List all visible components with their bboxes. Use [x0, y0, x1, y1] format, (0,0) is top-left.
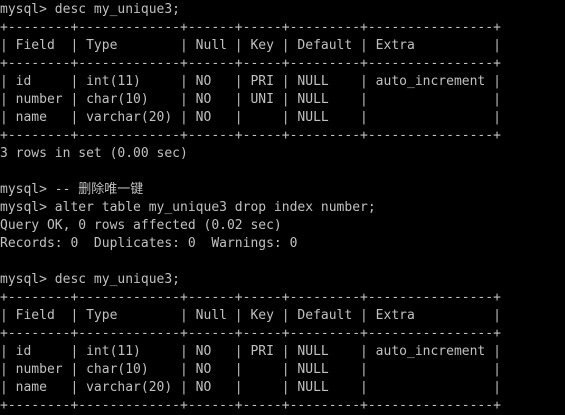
- prompt-line: mysql> desc my_unique3;: [0, 272, 181, 287]
- table-row: | id | int(11) | NO | PRI | NULL | auto_…: [0, 344, 501, 359]
- table-border: +--------+-------------+------+-----+---…: [0, 398, 501, 413]
- records-message: Records: 0 Duplicates: 0 Warnings: 0: [0, 236, 298, 251]
- query-ok-message: Query OK, 0 rows affected (0.02 sec): [0, 218, 282, 233]
- prompt-line: mysql> alter table my_unique3 drop index…: [0, 200, 376, 215]
- table-border: +--------+-------------+------+-----+---…: [0, 56, 501, 71]
- table-row: | name | varchar(20) | NO | | NULL | |: [0, 380, 501, 395]
- prompt-line: mysql> desc my_unique3;: [0, 2, 181, 17]
- table-header-row: | Field | Type | Null | Key | Default | …: [0, 38, 501, 53]
- table-border: +--------+-------------+------+-----+---…: [0, 20, 501, 35]
- table-row: | number | char(10) | NO | UNI | NULL | …: [0, 92, 501, 107]
- table-border: +--------+-------------+------+-----+---…: [0, 290, 501, 305]
- prompt-line: mysql> -- 删除唯一键: [0, 182, 144, 197]
- table-row: | number | char(10) | NO | | NULL | |: [0, 362, 501, 377]
- table-row: | name | varchar(20) | NO | | NULL | |: [0, 110, 501, 125]
- table-row: | id | int(11) | NO | PRI | NULL | auto_…: [0, 74, 501, 89]
- terminal-window[interactable]: mysql> desc my_unique3; +--------+------…: [0, 0, 565, 415]
- table-border: +--------+-------------+------+-----+---…: [0, 326, 501, 341]
- table-border: +--------+-------------+------+-----+---…: [0, 128, 501, 143]
- result-summary: 3 rows in set (0.00 sec): [0, 146, 188, 161]
- table-header-row: | Field | Type | Null | Key | Default | …: [0, 308, 501, 323]
